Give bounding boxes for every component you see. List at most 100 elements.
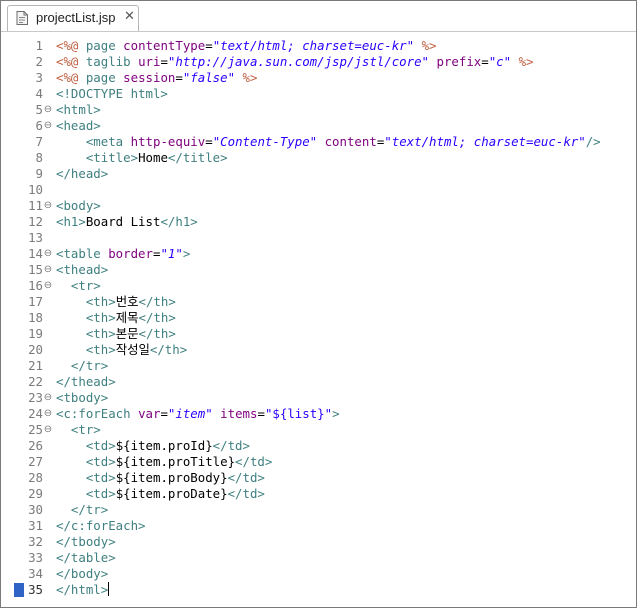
code-token: %>: [235, 70, 258, 85]
code-token: </th>: [138, 294, 176, 309]
code-token: >: [332, 406, 340, 421]
fold-collapse-icon[interactable]: ⊖: [43, 118, 53, 134]
line-number: 3: [35, 70, 43, 85]
fold-collapse-icon[interactable]: ⊖: [43, 246, 53, 262]
code-token: </th>: [138, 326, 176, 341]
line-number: 5: [35, 102, 43, 117]
line-number: 32: [28, 534, 43, 549]
code-token: </td>: [227, 470, 265, 485]
line-number: 16: [28, 278, 43, 293]
code-token: <!DOCTYPE html>: [56, 86, 168, 101]
fold-collapse-icon[interactable]: ⊖: [43, 422, 53, 438]
line-number: 30: [28, 502, 43, 517]
code-token: 제목: [115, 310, 139, 325]
code-token: "${list}": [264, 406, 333, 421]
code-token: <thead>: [56, 262, 109, 277]
fold-collapse-icon[interactable]: ⊖: [43, 198, 53, 214]
line-number: 23: [28, 390, 43, 405]
code-text: </c:forEach>: [56, 518, 146, 534]
fold-collapse-icon[interactable]: ⊖: [43, 278, 53, 294]
code-token: contentType: [123, 38, 206, 53]
line-number: 33: [28, 550, 43, 565]
editor-tab-bar: projectList.jsp ✕: [1, 1, 636, 32]
code-token: <body>: [56, 198, 101, 213]
fold-collapse-icon[interactable]: ⊖: [43, 390, 53, 406]
code-token: <th>: [85, 342, 116, 357]
code-token: "text/html; charset=euc-kr": [384, 134, 586, 149]
fold-collapse-icon[interactable]: ⊖: [43, 262, 53, 278]
code-token: </tbody>: [56, 534, 116, 549]
code-token: <h1>: [56, 214, 86, 229]
code-token: "1": [160, 246, 183, 261]
code-token: </table>: [56, 550, 116, 565]
line-number: 29: [28, 486, 43, 501]
code-token: />: [585, 134, 601, 149]
code-token: items: [220, 406, 258, 421]
code-token: "item": [167, 406, 213, 421]
line-number: 24: [28, 406, 43, 421]
code-text: <tr>: [56, 278, 101, 294]
line-number: 20: [28, 342, 43, 357]
code-text: <thead>: [56, 262, 108, 278]
code-token: <%@: [56, 54, 86, 69]
code-token: =: [160, 54, 168, 69]
line-number: 27: [28, 454, 43, 469]
code-token: session: [123, 70, 176, 85]
code-token: </thead>: [56, 374, 116, 389]
fold-collapse-icon[interactable]: ⊖: [43, 406, 53, 422]
code-token: 번호: [115, 294, 139, 309]
code-text: <html>: [56, 102, 101, 118]
jsp-file-icon: [16, 11, 28, 25]
fold-collapse-icon[interactable]: ⊖: [43, 102, 53, 118]
line-number: 10: [28, 182, 43, 197]
code-token: <head>: [56, 118, 101, 133]
line-number: 14: [28, 246, 43, 261]
code-text: </tr>: [56, 358, 108, 374]
line-number: 35: [28, 582, 43, 597]
text-caret: [108, 582, 110, 596]
code-token: "http://java.sun.com/jsp/jstl/core": [167, 54, 430, 69]
tab-projectlist-jsp[interactable]: projectList.jsp ✕: [7, 5, 139, 31]
code-token: 작성일: [115, 342, 150, 357]
code-text: </body>: [56, 566, 108, 582]
code-token: ${item.proTitle}: [115, 454, 236, 469]
code-token: taglib: [85, 54, 139, 69]
code-token: <%@: [56, 38, 86, 53]
code-token: "Content-Type": [212, 134, 318, 149]
line-number: 15: [28, 262, 43, 277]
code-token: =: [481, 54, 489, 69]
code-token: <td>: [85, 486, 116, 501]
code-token: </body>: [56, 566, 109, 581]
code-token: "c": [488, 54, 512, 69]
code-token: =: [205, 134, 213, 149]
line-number: 34: [28, 566, 43, 581]
code-token: "false": [182, 70, 236, 85]
code-token: <td>: [85, 470, 116, 485]
close-icon[interactable]: ✕: [124, 9, 135, 24]
code-token: </html>: [56, 582, 109, 597]
code-token: <th>: [85, 310, 116, 325]
line-number: 25: [28, 422, 43, 437]
code-token: %>: [511, 54, 534, 69]
code-token: 본문: [115, 326, 139, 341]
code-token: <tr>: [70, 422, 101, 437]
line-number: 13: [28, 230, 43, 245]
code-text: <td>${item.proDate}</td>: [56, 486, 265, 502]
code-editor[interactable]: 1 <%@ page contentType="text/html; charse…: [1, 32, 636, 607]
code-token: </c:forEach>: [56, 518, 146, 533]
code-text: <table border="1">: [56, 246, 190, 262]
code-token: <tbody>: [56, 390, 109, 405]
code-token: </title>: [167, 150, 228, 165]
code-token: <td>: [85, 454, 116, 469]
code-token: content: [324, 134, 377, 149]
code-text: <h1>Board List</h1>: [56, 214, 198, 230]
